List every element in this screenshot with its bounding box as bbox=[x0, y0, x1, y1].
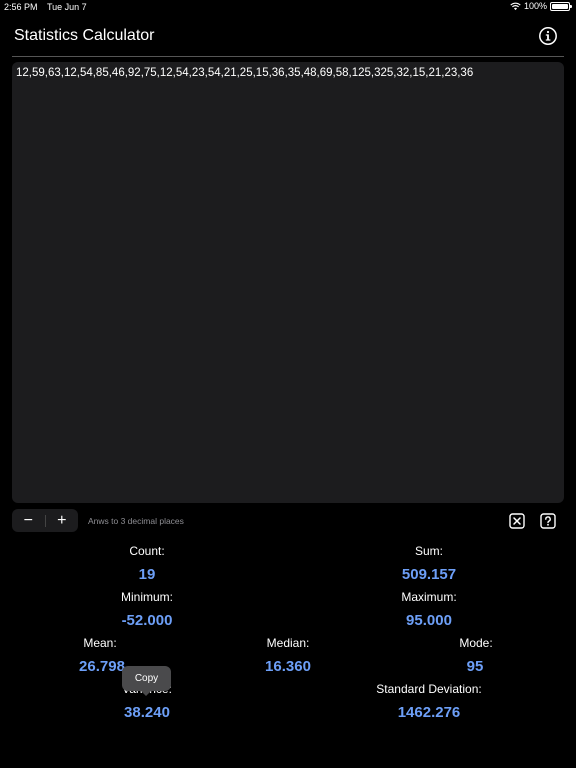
minimum-value[interactable]: -52.000 bbox=[122, 612, 173, 629]
battery-icon bbox=[550, 1, 572, 11]
copy-tooltip-arrow bbox=[141, 691, 151, 696]
numbers-input[interactable]: 12,59,63,12,54,85,46,92,75,12,54,23,54,2… bbox=[12, 62, 564, 503]
mean-value[interactable]: 26.798 bbox=[79, 658, 125, 675]
variance-value[interactable]: 38.240 bbox=[124, 704, 170, 721]
count-value[interactable]: 19 bbox=[139, 566, 156, 583]
numbers-input-text: 12,59,63,12,54,85,46,92,75,12,54,23,54,2… bbox=[16, 67, 474, 79]
median-label: Median: bbox=[266, 636, 310, 650]
precision-label: Anws to 3 decimal places bbox=[88, 516, 184, 526]
maximum-value[interactable]: 95.000 bbox=[406, 612, 452, 629]
increment-button[interactable]: + bbox=[46, 509, 79, 532]
copy-label: Copy bbox=[134, 673, 159, 684]
status-indicators: 100% bbox=[510, 1, 572, 11]
maximum-label: Maximum: bbox=[401, 590, 457, 604]
question-mark-icon[interactable] bbox=[540, 513, 556, 529]
app-window: 2:56 PM Tue Jun 7 100% Statistics Calcul… bbox=[0, 0, 576, 768]
std-dev-value[interactable]: 1462.276 bbox=[398, 704, 461, 721]
sum-value[interactable]: 509.157 bbox=[402, 566, 456, 583]
sum-label: Sum: bbox=[414, 544, 444, 558]
info-icon[interactable] bbox=[538, 26, 558, 46]
count-label: Count: bbox=[129, 544, 165, 558]
median-value[interactable]: 16.360 bbox=[265, 658, 311, 675]
std-dev-label: Standard Deviation: bbox=[376, 682, 482, 696]
battery-percent: 100% bbox=[523, 1, 547, 11]
wifi-icon bbox=[510, 2, 521, 10]
minimum-label: Minimum: bbox=[120, 590, 174, 604]
mode-label: Mode: bbox=[459, 636, 493, 650]
status-date: Tue Jun 7 bbox=[47, 2, 87, 12]
status-time: 2:56 PM bbox=[4, 2, 38, 12]
decimal-stepper: − + bbox=[12, 509, 78, 532]
mean-label: Mean: bbox=[83, 636, 117, 650]
mode-value[interactable]: 95 bbox=[467, 658, 484, 675]
clear-icon[interactable] bbox=[509, 513, 525, 529]
page-title: Statistics Calculator bbox=[14, 27, 155, 44]
nav-divider bbox=[12, 56, 564, 57]
copy-tooltip[interactable]: Copy bbox=[122, 666, 171, 691]
decrement-button[interactable]: − bbox=[12, 509, 45, 532]
status-bar: 2:56 PM Tue Jun 7 100% bbox=[0, 0, 576, 14]
